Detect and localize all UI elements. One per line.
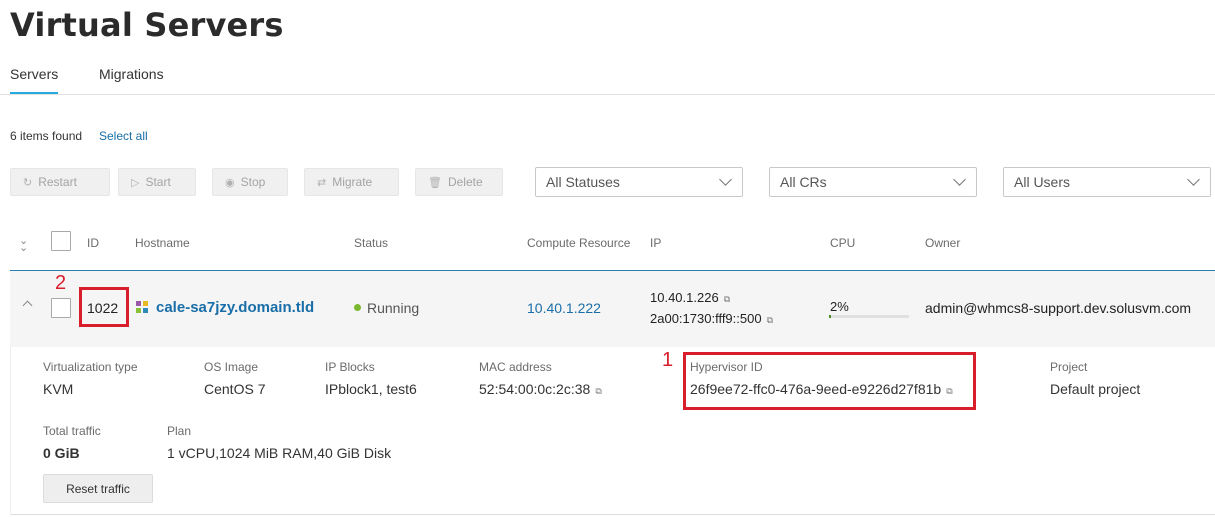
stop-icon: ◉ <box>225 176 235 189</box>
cpu-usage-bar <box>829 315 909 318</box>
ip-blocks-label: IP Blocks <box>325 360 375 374</box>
restart-button[interactable]: ↻ Restart <box>10 168 110 196</box>
column-header-compute-resource[interactable]: Compute Resource <box>527 236 630 250</box>
users-filter-value: All Users <box>1014 174 1071 190</box>
annotation-marker-1: 1 <box>662 349 674 371</box>
restart-label: Restart <box>38 175 77 189</box>
column-header-status[interactable]: Status <box>354 236 388 250</box>
start-button[interactable]: ▷ Start <box>118 168 196 196</box>
migrate-label: Migrate <box>332 175 373 189</box>
virtualization-type-value: KVM <box>43 381 74 397</box>
total-traffic-value: 0 GiB <box>43 445 80 461</box>
server-id: 1022 <box>87 300 119 316</box>
hypervisor-id-text: 26f9ee72-ffc0-476a-9eed-e9226d27f81b <box>690 381 942 397</box>
status-filter-select[interactable]: All Statuses <box>535 167 743 197</box>
chevron-down-icon <box>1187 173 1200 186</box>
ipv6-value: 2a00:1730:fff9::500 <box>650 311 762 326</box>
column-header-cpu[interactable]: CPU <box>830 236 855 250</box>
ipv4-address: 10.40.1.226 ⧉ <box>650 290 730 305</box>
select-all-checkbox[interactable] <box>51 231 71 251</box>
virtualization-type-label: Virtualization type <box>43 360 138 374</box>
project-value: Default project <box>1050 381 1141 397</box>
cpu-usage-value: 2% <box>830 299 849 314</box>
tab-servers[interactable]: Servers <box>10 66 59 94</box>
os-image-value: CentOS 7 <box>204 381 266 397</box>
project-label: Project <box>1050 360 1088 374</box>
plan-label: Plan <box>167 424 192 438</box>
expand-all-icon[interactable]: ⌄ ⌄ <box>19 236 28 254</box>
column-header-id[interactable]: ID <box>87 236 99 250</box>
play-icon: ▷ <box>131 176 140 189</box>
chevron-down-icon <box>953 173 966 186</box>
tab-bar: Servers Migrations <box>0 60 1215 95</box>
compute-resource-link[interactable]: 10.40.1.222 <box>527 300 601 316</box>
page-title: Virtual Servers <box>10 6 284 44</box>
row-checkbox[interactable] <box>51 298 71 318</box>
status-filter-value: All Statuses <box>546 174 620 190</box>
delete-button[interactable]: 🗑 Delete <box>415 168 503 196</box>
copy-icon[interactable]: ⧉ <box>946 386 952 396</box>
hypervisor-id-label: Hypervisor ID <box>690 360 763 374</box>
hypervisor-id-value: 26f9ee72-ffc0-476a-9eed-e9226d27f81b ⧉ <box>690 381 953 397</box>
column-header-hostname[interactable]: Hostname <box>135 236 190 250</box>
os-image-label: OS Image <box>204 360 259 374</box>
copy-icon[interactable]: ⧉ <box>767 315 773 325</box>
copy-icon[interactable]: ⧉ <box>724 294 730 304</box>
compute-resource-filter-value: All CRs <box>780 174 827 190</box>
column-header-ip[interactable]: IP <box>650 236 661 250</box>
owner-email: admin@whmcs8-support.dev.solusvm.com <box>925 300 1192 316</box>
mac-value: 52:54:00:0c:2c:38 <box>479 381 591 397</box>
copy-icon[interactable]: ⧉ <box>595 386 601 396</box>
compute-resource-filter-select[interactable]: All CRs <box>769 167 977 197</box>
cpu-usage-fill <box>829 315 831 318</box>
annotation-marker-2: 2 <box>55 272 67 294</box>
start-label: Start <box>145 175 171 189</box>
users-filter-select[interactable]: All Users <box>1003 167 1211 197</box>
ipv6-address: 2a00:1730:fff9::500 ⧉ <box>650 311 773 326</box>
status-running-indicator <box>354 304 361 311</box>
chevron-down-icon <box>719 173 732 186</box>
total-traffic-label: Total traffic <box>43 424 101 438</box>
migrate-button[interactable]: ⇄ Migrate <box>304 168 399 196</box>
status-badge: Running <box>367 300 420 316</box>
tab-migrations[interactable]: Migrations <box>99 66 164 92</box>
mac-address-value: 52:54:00:0c:2c:38 ⧉ <box>479 381 602 397</box>
migrate-icon: ⇄ <box>317 176 327 189</box>
mac-address-label: MAC address <box>479 360 552 374</box>
stop-button[interactable]: ◉ Stop <box>212 168 288 196</box>
plan-value: 1 vCPU,1024 MiB RAM,40 GiB Disk <box>167 445 392 461</box>
delete-label: Delete <box>447 175 483 189</box>
select-all-link[interactable]: Select all <box>99 129 148 143</box>
restart-icon: ↻ <box>23 176 33 189</box>
hostname-link[interactable]: cale-sa7jzy.domain.tld <box>156 299 314 316</box>
reset-traffic-button[interactable]: Reset traffic <box>43 474 153 503</box>
column-header-owner[interactable]: Owner <box>925 236 960 250</box>
ip-blocks-value: IPblock1, test6 <box>325 381 417 397</box>
os-logo-icon <box>136 301 148 313</box>
stop-label: Stop <box>240 175 266 189</box>
trash-icon: 🗑 <box>428 176 442 189</box>
items-found-count: 6 items found <box>10 129 83 143</box>
ipv4-value: 10.40.1.226 <box>650 290 719 305</box>
